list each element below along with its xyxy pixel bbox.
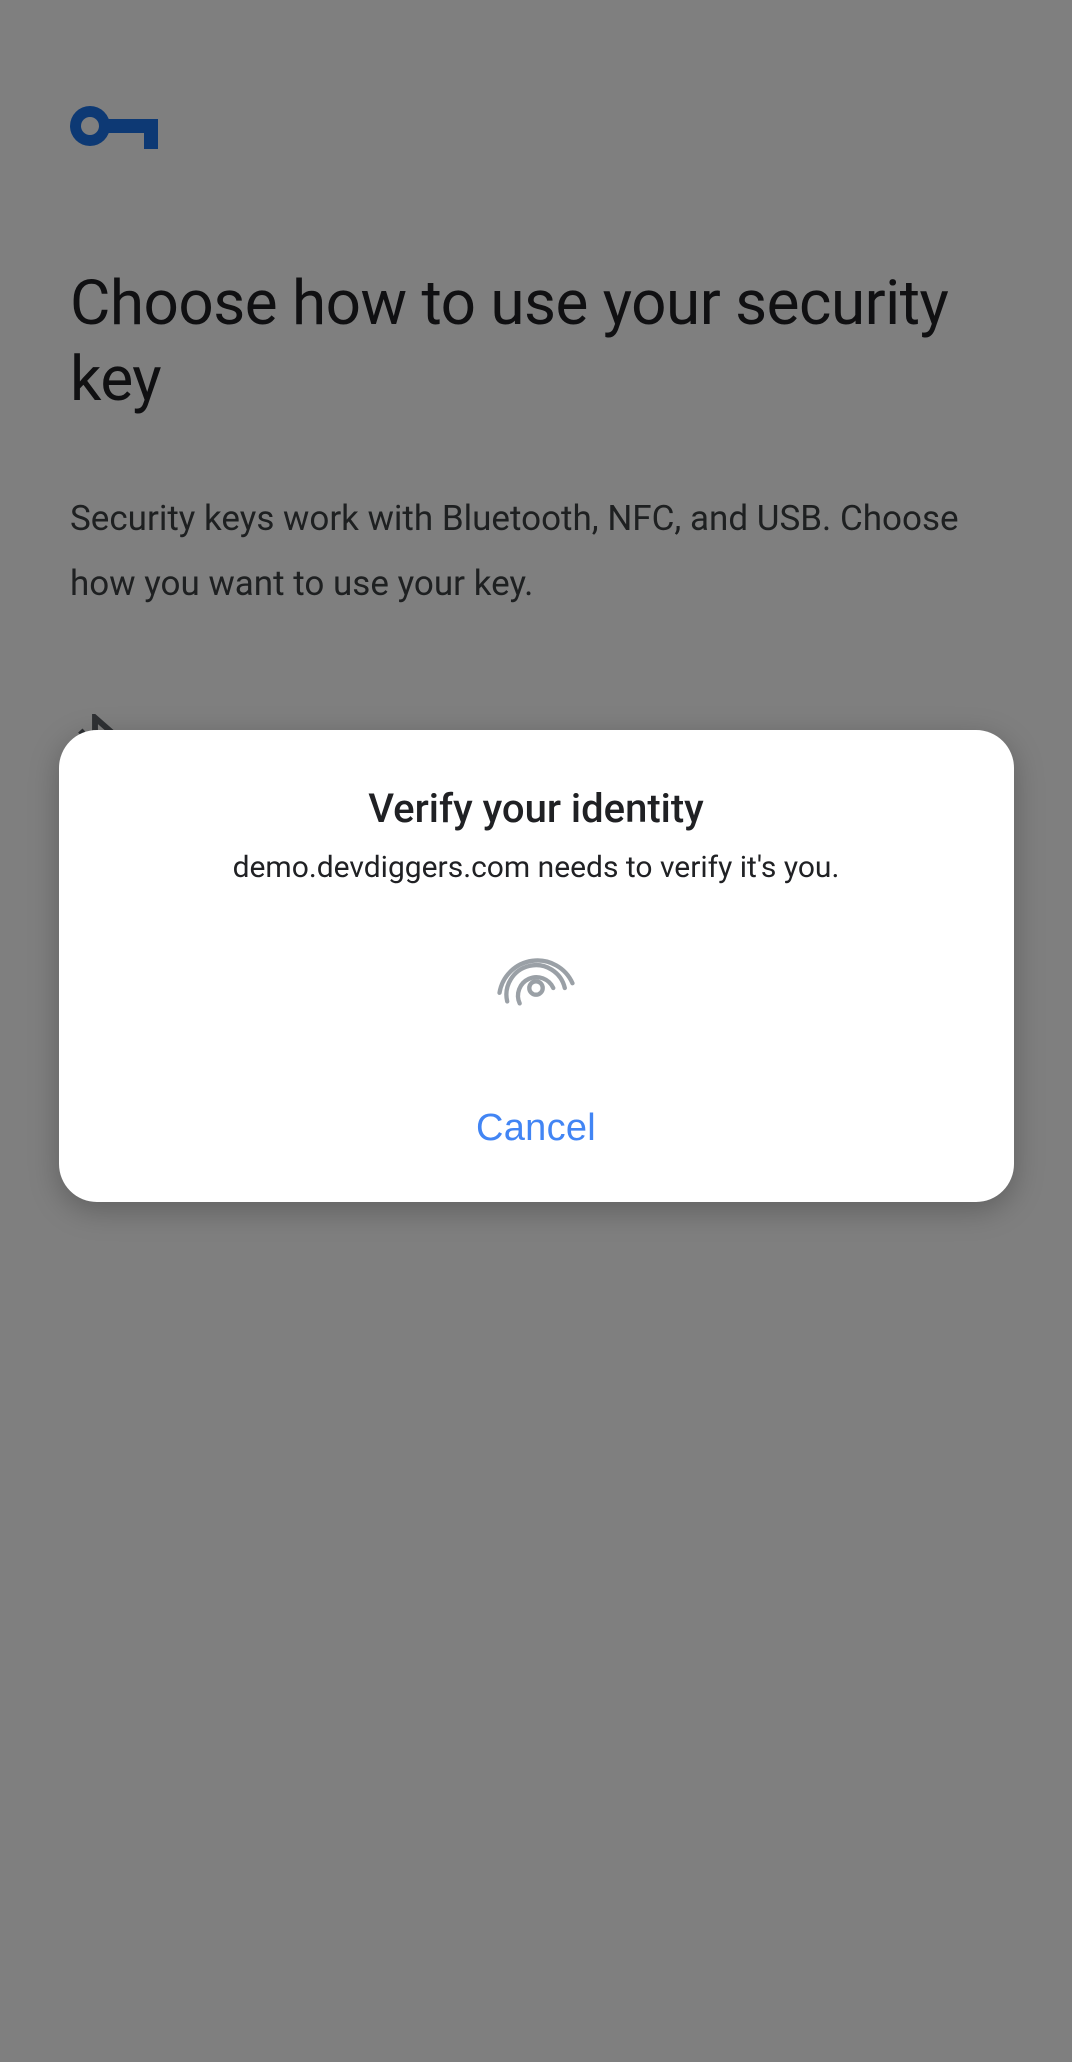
dialog-title: Verify your identity xyxy=(368,785,704,832)
fingerprint-icon[interactable] xyxy=(488,940,584,1040)
modal-overlay[interactable]: Verify your identity demo.devdiggers.com… xyxy=(0,0,1072,2062)
cancel-button[interactable]: Cancel xyxy=(456,1095,616,1162)
verify-identity-dialog: Verify your identity demo.devdiggers.com… xyxy=(59,730,1014,1202)
dialog-subtitle: demo.devdiggers.com needs to verify it's… xyxy=(233,850,840,885)
